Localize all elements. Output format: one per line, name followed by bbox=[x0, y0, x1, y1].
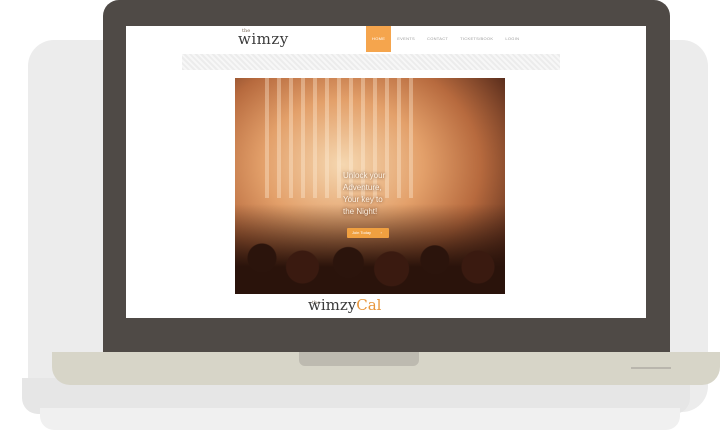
footer-logo-text: wimzy bbox=[308, 296, 357, 314]
nav-contact[interactable]: Contact bbox=[421, 26, 454, 52]
hero-line-1: Unlock your bbox=[343, 171, 386, 180]
hero-line-2: Adventure, bbox=[343, 183, 382, 192]
nav-events[interactable]: Events bbox=[391, 26, 421, 52]
site-header: the wimzy Home Events Contact Tickets/Bo… bbox=[126, 26, 646, 54]
main-nav: Home Events Contact Tickets/Book Login bbox=[366, 26, 525, 52]
laptop-shadow-floor bbox=[40, 408, 680, 430]
site-logo[interactable]: wimzy bbox=[238, 30, 289, 48]
hero-banner: Unlock your Adventure, Your key to the N… bbox=[235, 78, 505, 294]
logo-text: wimzy bbox=[238, 30, 289, 48]
header-pattern-strip bbox=[182, 54, 560, 70]
footer-logo-accent: Cal bbox=[356, 296, 382, 314]
nav-login[interactable]: Login bbox=[499, 26, 525, 52]
hero-line-3: Your key to bbox=[343, 195, 383, 204]
laptop-base-notch bbox=[299, 352, 419, 366]
nav-tickets[interactable]: Tickets/Book bbox=[454, 26, 499, 52]
laptop-indicator bbox=[631, 367, 671, 369]
arrow-right-icon: › bbox=[378, 229, 385, 236]
nav-home[interactable]: Home bbox=[366, 26, 392, 52]
hero-tagline: Unlock your Adventure, Your key to the N… bbox=[343, 170, 453, 218]
footer-logo: wimzyCal bbox=[308, 296, 381, 314]
join-today-button[interactable]: Join Today › bbox=[347, 228, 390, 238]
hero-line-4: the Night! bbox=[343, 207, 378, 216]
laptop-screen: the wimzy Home Events Contact Tickets/Bo… bbox=[126, 26, 646, 318]
join-today-label: Join Today bbox=[352, 230, 372, 235]
